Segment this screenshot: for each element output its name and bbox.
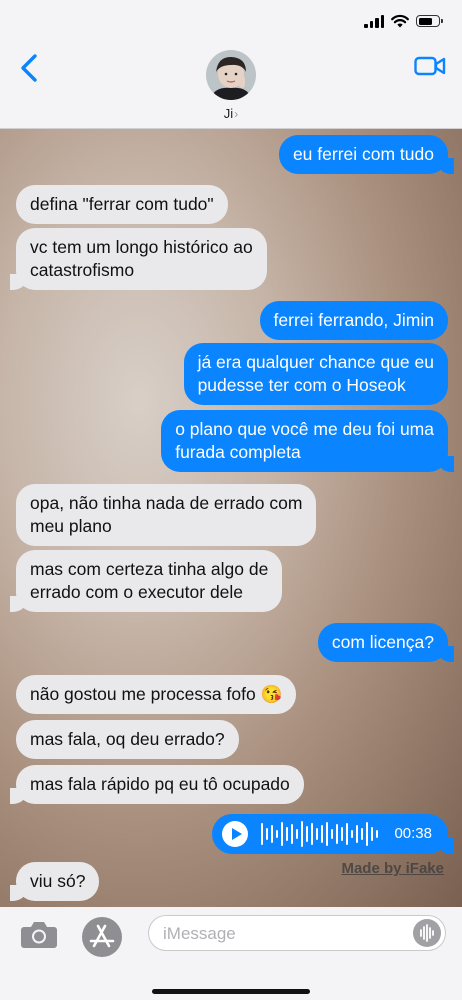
contact-avatar[interactable] (206, 50, 256, 100)
back-chevron-icon[interactable] (16, 52, 44, 84)
watermark: Made by iFake (341, 860, 444, 877)
app-store-icon[interactable] (82, 917, 122, 957)
contact-name[interactable]: Ji› (0, 106, 462, 121)
voice-message[interactable]: 00:38 (212, 814, 454, 854)
cellular-signal-icon (364, 14, 384, 28)
audio-waveform-icon (261, 821, 378, 847)
voice-duration: 00:38 (394, 825, 432, 842)
message-incoming[interactable]: defina "ferrar com tudo" (16, 185, 228, 224)
message-input[interactable]: iMessage (148, 915, 446, 951)
message-incoming[interactable]: não gostou me processa fofo 😘 (16, 675, 297, 714)
message-incoming[interactable]: mas fala rápido pq eu tô ocupado (10, 765, 304, 804)
battery-icon (416, 15, 443, 27)
wifi-icon (391, 14, 409, 28)
message-outgoing[interactable]: o plano que você me deu foi uma furada c… (161, 410, 454, 472)
message-outgoing[interactable]: ferrei ferrando, Jimin (259, 301, 448, 340)
contact-name-label: Ji (223, 106, 234, 121)
message-outgoing[interactable]: com licença? (317, 623, 455, 662)
message-incoming[interactable]: viu só? (9, 862, 100, 901)
message-incoming[interactable]: mas com certeza tinha algo de errado com… (9, 550, 283, 612)
message-incoming[interactable]: opa, não tinha nada de errado com meu pl… (16, 484, 317, 546)
chevron-right-icon: › (234, 107, 239, 121)
message-incoming[interactable]: mas fala, oq deu errado? (16, 720, 239, 759)
message-outgoing[interactable]: eu ferrei com tudo (278, 135, 455, 174)
play-icon[interactable] (222, 821, 248, 847)
audio-record-icon[interactable] (413, 919, 441, 947)
message-incoming[interactable]: vc tem um longo histórico ao catastrofis… (10, 228, 267, 290)
home-indicator[interactable] (152, 989, 310, 994)
conversation-header: Ji› (0, 0, 462, 129)
message-outgoing[interactable]: já era qualquer chance que eu pudesse te… (183, 343, 448, 405)
composer-bar: iMessage (0, 907, 462, 1000)
message-thread[interactable]: eu ferrei com tudo defina "ferrar com tu… (0, 129, 462, 907)
status-bar (0, 0, 462, 48)
message-input-placeholder: iMessage (163, 924, 236, 943)
camera-icon[interactable] (20, 919, 58, 949)
video-camera-icon[interactable] (414, 54, 446, 78)
